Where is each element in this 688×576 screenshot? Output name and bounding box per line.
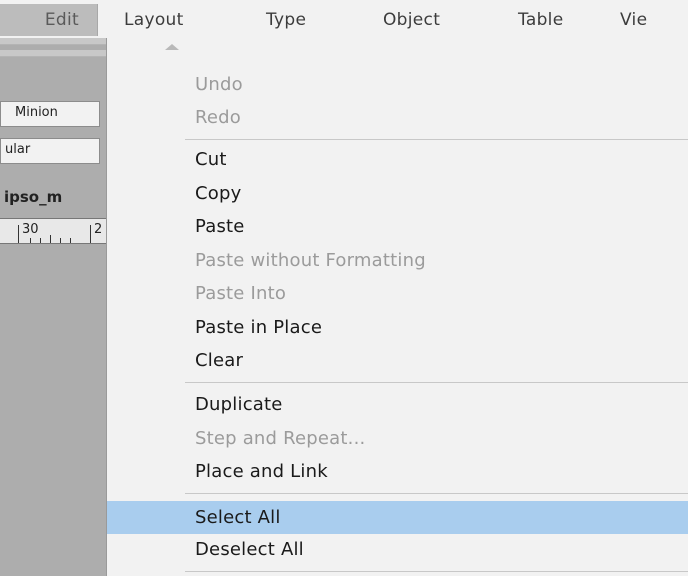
ruler-tick (50, 235, 51, 243)
menu-item-select-all[interactable]: Select All (107, 501, 688, 534)
menu-item-clear[interactable]: Clear (107, 346, 688, 376)
menu-item-duplicate[interactable]: Duplicate (107, 390, 688, 420)
menu-item-step-and-repeat[interactable]: Step and Repeat... (107, 424, 688, 454)
menu-view[interactable]: Vie (620, 10, 647, 30)
menu-separator (185, 493, 688, 494)
font-family-field[interactable]: Minion (0, 101, 100, 127)
menu-item-place-and-link[interactable]: Place and Link (107, 457, 688, 487)
ruler-tick (30, 238, 31, 243)
left-panel: Minion ular ipso_m 30 2 (0, 38, 106, 576)
ruler-label: 2 (94, 222, 103, 237)
edit-dropdown-menu: Undo Redo Cut Copy Paste Paste without F… (106, 38, 688, 576)
ruler-label: 30 (22, 222, 39, 237)
menu-type[interactable]: Type (266, 10, 306, 30)
ruler-tick (40, 238, 41, 243)
document-tab[interactable]: ipso_m (4, 188, 62, 206)
ruler: 30 2 (0, 218, 106, 244)
menu-item-paste-without-formatting[interactable]: Paste without Formatting (107, 246, 688, 276)
menu-separator (185, 571, 688, 572)
menu-edit[interactable]: Edit (0, 4, 98, 36)
ruler-tick (70, 238, 71, 243)
menu-item-paste-into[interactable]: Paste Into (107, 279, 688, 309)
font-style-field[interactable]: ular (0, 138, 100, 164)
menu-item-paste-in-place[interactable]: Paste in Place (107, 313, 688, 343)
menu-table[interactable]: Table (518, 10, 563, 30)
ruler-tick (60, 238, 61, 243)
menu-item-copy[interactable]: Copy (107, 179, 688, 209)
menu-separator (185, 382, 688, 383)
menu-separator (185, 139, 688, 140)
menu-item-redo[interactable]: Redo (107, 103, 688, 133)
menu-bar: Edit Layout Type Object Table Vie (0, 0, 688, 38)
caret-up-icon (165, 44, 179, 50)
ruler-tick (18, 225, 19, 243)
menu-item-undo[interactable]: Undo (107, 70, 688, 100)
menu-item-deselect-all[interactable]: Deselect All (107, 535, 688, 565)
panel-strip (0, 50, 106, 57)
menu-layout[interactable]: Layout (124, 10, 184, 30)
menu-item-paste[interactable]: Paste (107, 212, 688, 242)
menu-object[interactable]: Object (383, 10, 440, 30)
panel-strip (0, 38, 106, 45)
ruler-tick (90, 225, 91, 243)
menu-item-cut[interactable]: Cut (107, 145, 688, 175)
